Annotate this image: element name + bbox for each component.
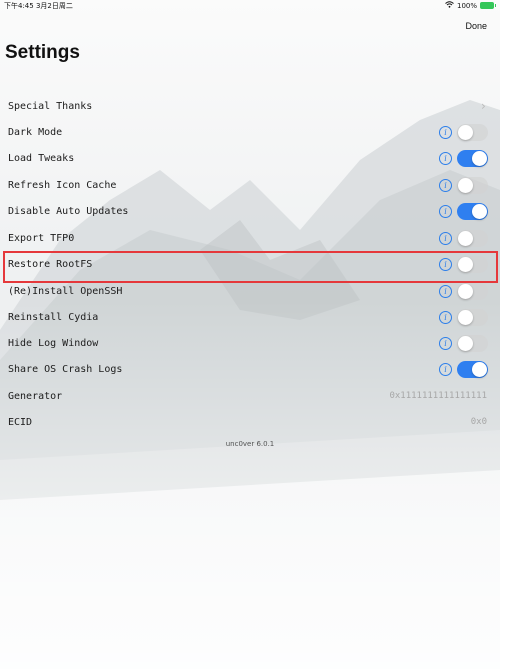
row-disable-auto-updates: Disable Auto Updates i bbox=[0, 199, 500, 225]
toggle-knob bbox=[472, 151, 487, 166]
info-circle-icon[interactable]: i bbox=[439, 363, 452, 376]
row-hide-log-window: Hide Log Window i bbox=[0, 331, 500, 357]
toggle-knob bbox=[458, 310, 473, 325]
battery-percentage: 100% bbox=[456, 1, 477, 10]
toggle-knob bbox=[458, 178, 473, 193]
share-os-crash-logs-toggle[interactable] bbox=[457, 361, 488, 378]
export-tfp0-toggle[interactable] bbox=[457, 230, 488, 247]
row-export-tfp0: Export TFP0 i bbox=[0, 226, 500, 252]
battery-icon bbox=[480, 2, 496, 9]
wifi-icon bbox=[445, 1, 454, 10]
row-special-thanks[interactable]: Special Thanks › bbox=[0, 94, 500, 120]
row-label: ECID bbox=[8, 417, 33, 428]
info-circle-icon[interactable]: i bbox=[439, 337, 452, 350]
status-right: 100% bbox=[445, 1, 496, 10]
info-circle-icon[interactable]: i bbox=[439, 205, 452, 218]
row-label: Disable Auto Updates bbox=[8, 206, 129, 217]
hide-log-window-toggle[interactable] bbox=[457, 335, 488, 352]
status-bar: 下午4:45 3月2日周二 100% bbox=[0, 0, 500, 12]
info-circle-icon[interactable]: i bbox=[439, 285, 452, 298]
generator-value[interactable]: 0x1111111111111111 bbox=[389, 391, 487, 401]
reinstall-cydia-toggle[interactable] bbox=[457, 309, 488, 326]
row-label: Load Tweaks bbox=[8, 153, 75, 164]
row-share-os-crash-logs: Share OS Crash Logs i bbox=[0, 357, 500, 383]
toggle-knob bbox=[458, 336, 473, 351]
done-button[interactable]: Done bbox=[465, 21, 487, 31]
right-edge bbox=[500, 0, 510, 669]
refresh-icon-cache-toggle[interactable] bbox=[457, 177, 488, 194]
row-label: Share OS Crash Logs bbox=[8, 364, 123, 375]
info-circle-icon[interactable]: i bbox=[439, 126, 452, 139]
row-label: Hide Log Window bbox=[8, 338, 99, 349]
info-circle-icon[interactable]: i bbox=[439, 311, 452, 324]
row-label: Dark Mode bbox=[8, 127, 63, 138]
row-label: (Re)Install OpenSSH bbox=[8, 286, 123, 297]
row-label: Reinstall Cydia bbox=[8, 312, 99, 323]
version-label: unc0ver 6.0.1 bbox=[225, 440, 275, 448]
disable-auto-updates-toggle[interactable] bbox=[457, 203, 488, 220]
toggle-knob bbox=[472, 204, 487, 219]
row-dark-mode: Dark Mode i bbox=[0, 120, 500, 146]
dark-mode-toggle[interactable] bbox=[457, 124, 488, 141]
info-circle-icon[interactable]: i bbox=[439, 152, 452, 165]
load-tweaks-toggle[interactable] bbox=[457, 150, 488, 167]
row-label: Special Thanks bbox=[8, 101, 93, 112]
info-circle-icon[interactable]: i bbox=[439, 232, 452, 245]
info-circle-icon[interactable]: i bbox=[439, 179, 452, 192]
reinstall-openssh-toggle[interactable] bbox=[457, 283, 488, 300]
status-time: 下午4:45 3月2日周二 bbox=[4, 2, 73, 10]
row-refresh-icon-cache: Refresh Icon Cache i bbox=[0, 173, 500, 199]
row-reinstall-cydia: Reinstall Cydia i bbox=[0, 305, 500, 331]
row-generator[interactable]: Generator 0x1111111111111111 bbox=[0, 384, 500, 410]
chevron-right-icon: › bbox=[481, 99, 486, 113]
ecid-value[interactable]: 0x0 bbox=[471, 417, 487, 427]
row-load-tweaks: Load Tweaks i bbox=[0, 146, 500, 172]
row-ecid[interactable]: ECID 0x0 bbox=[0, 410, 500, 436]
toggle-knob bbox=[472, 362, 487, 377]
row-reinstall-openssh: (Re)Install OpenSSH i bbox=[0, 279, 500, 305]
row-label: Generator bbox=[8, 391, 63, 402]
toggle-knob bbox=[458, 125, 473, 140]
row-label: Export TFP0 bbox=[8, 233, 75, 244]
row-label: Refresh Icon Cache bbox=[8, 180, 117, 191]
page-title: Settings bbox=[5, 42, 80, 63]
toggle-knob bbox=[458, 284, 473, 299]
toggle-knob bbox=[458, 231, 473, 246]
